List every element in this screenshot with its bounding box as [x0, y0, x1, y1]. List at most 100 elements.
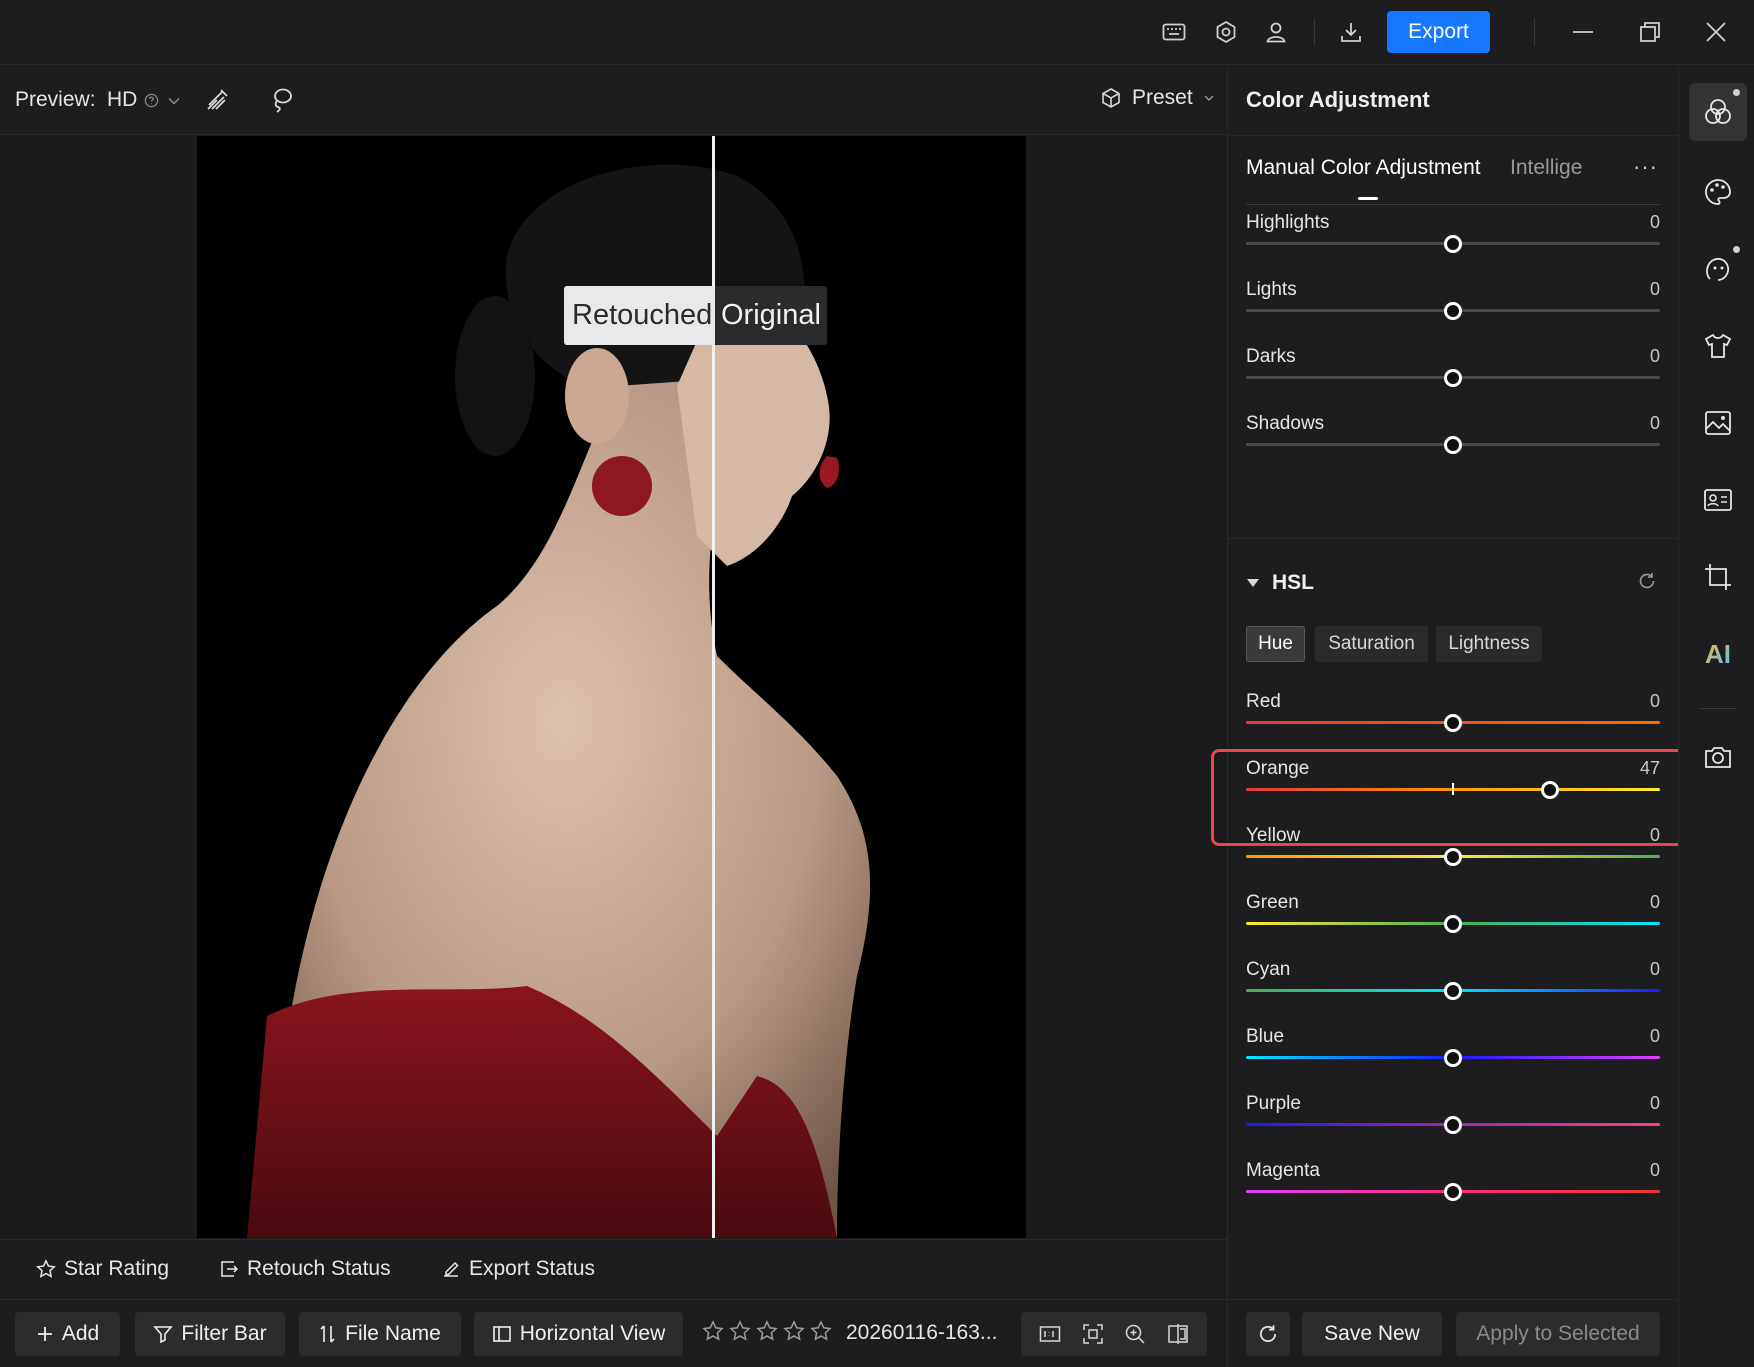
lasso-icon[interactable] [268, 86, 296, 119]
preview-toolbar: Preview: HD Preset [0, 66, 1227, 135]
slider-thumb[interactable] [1444, 369, 1462, 387]
chevron-down-icon [1204, 95, 1214, 101]
plus-icon [37, 1327, 52, 1341]
minimize-icon[interactable] [1568, 17, 1598, 47]
star-rating-filter[interactable]: Star Rating [36, 1257, 169, 1281]
hsl-mode-saturation[interactable]: Saturation [1315, 626, 1428, 662]
status-bar: Star Rating Retouch Status Export Status [0, 1239, 1227, 1299]
slider-label: Lights [1246, 279, 1297, 300]
slider-label: Yellow [1246, 825, 1301, 846]
filter-icon [153, 1326, 174, 1344]
help-icon[interactable] [144, 93, 159, 113]
slider-value[interactable]: 0 [1650, 1160, 1660, 1181]
more-options-icon[interactable]: ··· [1633, 154, 1658, 180]
rail-divider [1699, 708, 1737, 709]
slider-value[interactable]: 0 [1650, 212, 1660, 233]
chevron-down-icon[interactable] [167, 94, 181, 113]
pencil-icon [444, 1261, 459, 1277]
slider-value[interactable]: 0 [1650, 825, 1660, 846]
slider-thumb[interactable] [1444, 436, 1462, 454]
hsl-mode-hue[interactable]: Hue [1246, 626, 1305, 662]
caret-down-icon [1247, 579, 1259, 587]
slider-thumb[interactable] [1444, 848, 1462, 866]
export-button[interactable]: Export [1387, 11, 1490, 53]
slider-label: Red [1246, 691, 1281, 712]
slider-thumb[interactable] [1444, 1116, 1462, 1134]
retouch-status-filter[interactable]: Retouch Status [219, 1257, 391, 1281]
keyboard-icon[interactable] [1159, 17, 1189, 47]
filter-bar-button[interactable]: Filter Bar [135, 1312, 285, 1356]
slider-thumb[interactable] [1444, 915, 1462, 933]
preview-quality-select[interactable]: HD [107, 88, 137, 112]
slider-cyan: Cyan 0 [1246, 959, 1660, 1019]
ai-color-palette-icon[interactable] [1689, 163, 1747, 221]
hsl-section-toggle[interactable]: HSL [1246, 571, 1314, 595]
clothing-icon[interactable] [1689, 317, 1747, 375]
slider-thumb[interactable] [1444, 982, 1462, 1000]
slider-value[interactable]: 0 [1650, 1093, 1660, 1114]
cube-icon [1102, 88, 1120, 108]
slider-thumb[interactable] [1541, 781, 1560, 799]
star-icon[interactable] [702, 1320, 724, 1342]
image-canvas[interactable]: Retouched Original [0, 136, 1227, 1238]
brush-compare-icon[interactable] [203, 86, 231, 119]
file-name-sort-button[interactable]: File Name [299, 1312, 461, 1356]
slider-thumb[interactable] [1444, 1183, 1462, 1201]
notification-dot [1733, 89, 1740, 96]
save-new-button[interactable]: Save New [1302, 1312, 1442, 1356]
split-view-icon [492, 1326, 511, 1342]
star-rating-control[interactable] [702, 1320, 832, 1342]
tab-intelligent[interactable]: Intellige [1510, 156, 1582, 180]
slider-center-tick [1452, 783, 1454, 795]
slider-thumb[interactable] [1444, 1049, 1462, 1067]
preset-label: Preset [1132, 86, 1193, 109]
export-status-label: Export Status [469, 1257, 596, 1280]
slider-value[interactable]: 0 [1650, 279, 1660, 300]
reset-icon[interactable] [1637, 571, 1657, 596]
slider-red: Red 0 [1246, 691, 1660, 751]
camera-icon[interactable] [1689, 728, 1747, 786]
star-icon[interactable] [756, 1320, 778, 1342]
slider-label: Purple [1246, 1093, 1301, 1114]
fit-screen-icon[interactable] [1082, 1323, 1104, 1345]
compare-view-icon[interactable] [1167, 1323, 1189, 1345]
close-icon[interactable] [1701, 17, 1731, 47]
retouch-status-icon [221, 1261, 239, 1277]
slider-value[interactable]: 47 [1640, 758, 1660, 779]
preview-label: Preview: [15, 88, 96, 111]
slider-value[interactable]: 0 [1650, 413, 1660, 434]
slider-value[interactable]: 0 [1650, 959, 1660, 980]
star-icon[interactable] [783, 1320, 805, 1342]
slider-value[interactable]: 0 [1650, 1026, 1660, 1047]
reset-all-button[interactable] [1246, 1312, 1290, 1356]
restore-icon[interactable] [1635, 17, 1665, 47]
slider-thumb[interactable] [1444, 714, 1462, 732]
export-status-filter[interactable]: Export Status [441, 1257, 595, 1281]
add-button[interactable]: Add [15, 1312, 120, 1356]
panel-header-divider [1228, 135, 1679, 136]
crop-icon[interactable] [1689, 548, 1747, 606]
user-icon[interactable] [1261, 17, 1291, 47]
star-icon[interactable] [729, 1320, 751, 1342]
star-icon [36, 1259, 56, 1278]
ai-tool-icon[interactable]: AI [1689, 625, 1747, 683]
slider-value[interactable]: 0 [1650, 691, 1660, 712]
apply-to-selected-button[interactable]: Apply to Selected [1456, 1312, 1660, 1356]
preset-dropdown[interactable]: Preset [1100, 86, 1215, 110]
star-icon[interactable] [810, 1320, 832, 1342]
actual-size-icon[interactable] [1039, 1324, 1061, 1344]
background-image-icon[interactable] [1689, 394, 1747, 452]
view-tools-group [1021, 1312, 1207, 1356]
slider-thumb[interactable] [1444, 302, 1462, 320]
slider-thumb[interactable] [1444, 235, 1462, 253]
horizontal-view-button[interactable]: Horizontal View [474, 1312, 683, 1356]
id-card-icon[interactable] [1689, 471, 1747, 529]
zoom-in-icon[interactable] [1124, 1323, 1146, 1345]
tab-manual-color-adjustment[interactable]: Manual Color Adjustment [1246, 156, 1481, 180]
download-icon[interactable] [1336, 17, 1366, 47]
hsl-mode-lightness[interactable]: Lightness [1436, 626, 1542, 662]
slider-label: Shadows [1246, 413, 1325, 434]
slider-value[interactable]: 0 [1650, 346, 1660, 367]
slider-value[interactable]: 0 [1650, 892, 1660, 913]
settings-icon[interactable] [1211, 17, 1241, 47]
